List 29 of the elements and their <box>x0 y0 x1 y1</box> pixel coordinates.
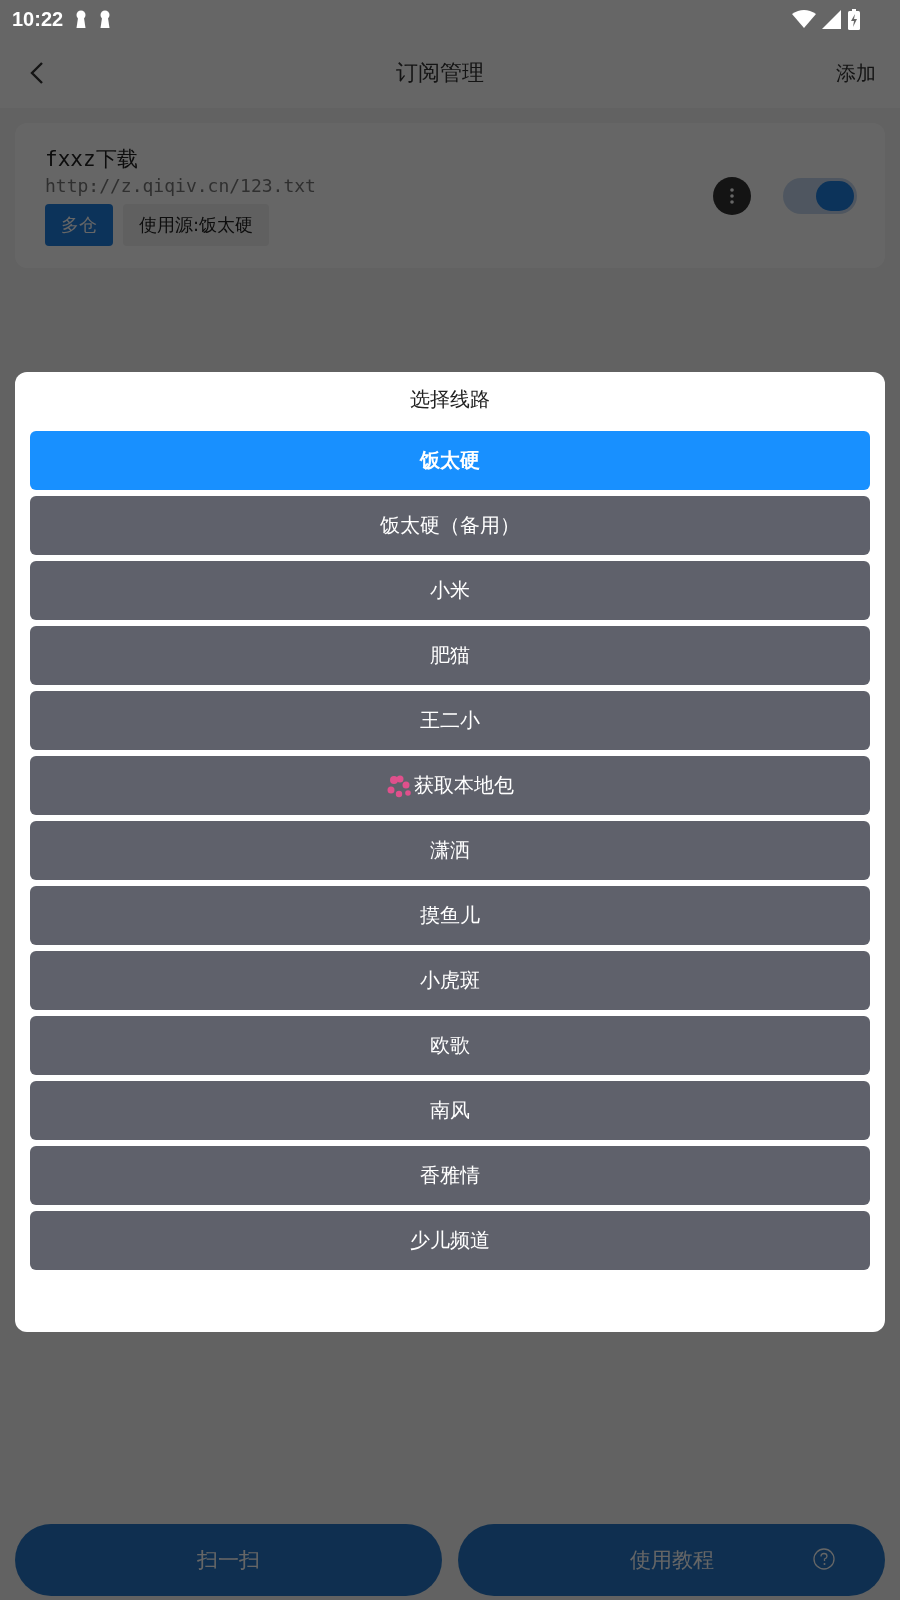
wifi-icon <box>792 9 816 29</box>
route-option[interactable]: 肥猫 <box>30 626 870 685</box>
route-option[interactable]: 少儿频道 <box>30 1211 870 1270</box>
route-option[interactable]: 王二小 <box>30 691 870 750</box>
toggle-switch[interactable] <box>783 177 857 214</box>
route-option[interactable]: 香雅情 <box>30 1146 870 1205</box>
dialog-title: 选择线路 <box>409 386 491 413</box>
page-title: 订阅管理 <box>396 59 484 87</box>
signal-icon <box>822 9 842 29</box>
route-option[interactable]: 南风 <box>30 1081 870 1140</box>
route-option[interactable]: 欧歌 <box>30 1016 870 1075</box>
route-option[interactable]: 小虎斑 <box>30 951 870 1010</box>
help-icon <box>813 1548 835 1570</box>
route-option[interactable]: 获取本地包 <box>30 756 870 815</box>
notification-icon <box>75 9 88 29</box>
route-option[interactable]: 摸鱼儿 <box>30 886 870 945</box>
more-button[interactable] <box>713 176 751 215</box>
battery-icon <box>848 8 860 30</box>
tag-label: 使用源:饭太硬 <box>123 204 270 246</box>
more-vertical-icon <box>730 187 734 204</box>
route-option[interactable]: 小米 <box>30 561 870 620</box>
route-option[interactable]: 潇洒 <box>30 821 870 880</box>
clock-time: 10:22 <box>12 7 64 31</box>
add-button[interactable]: 添加 <box>832 55 880 91</box>
notification-icon <box>99 9 112 29</box>
route-option[interactable]: 饭太硬 <box>30 431 870 490</box>
route-option[interactable]: 饭太硬（备用） <box>30 496 870 555</box>
tag-label: 多仓 <box>45 204 113 246</box>
subscription-name: fxxz下载 <box>45 146 139 173</box>
